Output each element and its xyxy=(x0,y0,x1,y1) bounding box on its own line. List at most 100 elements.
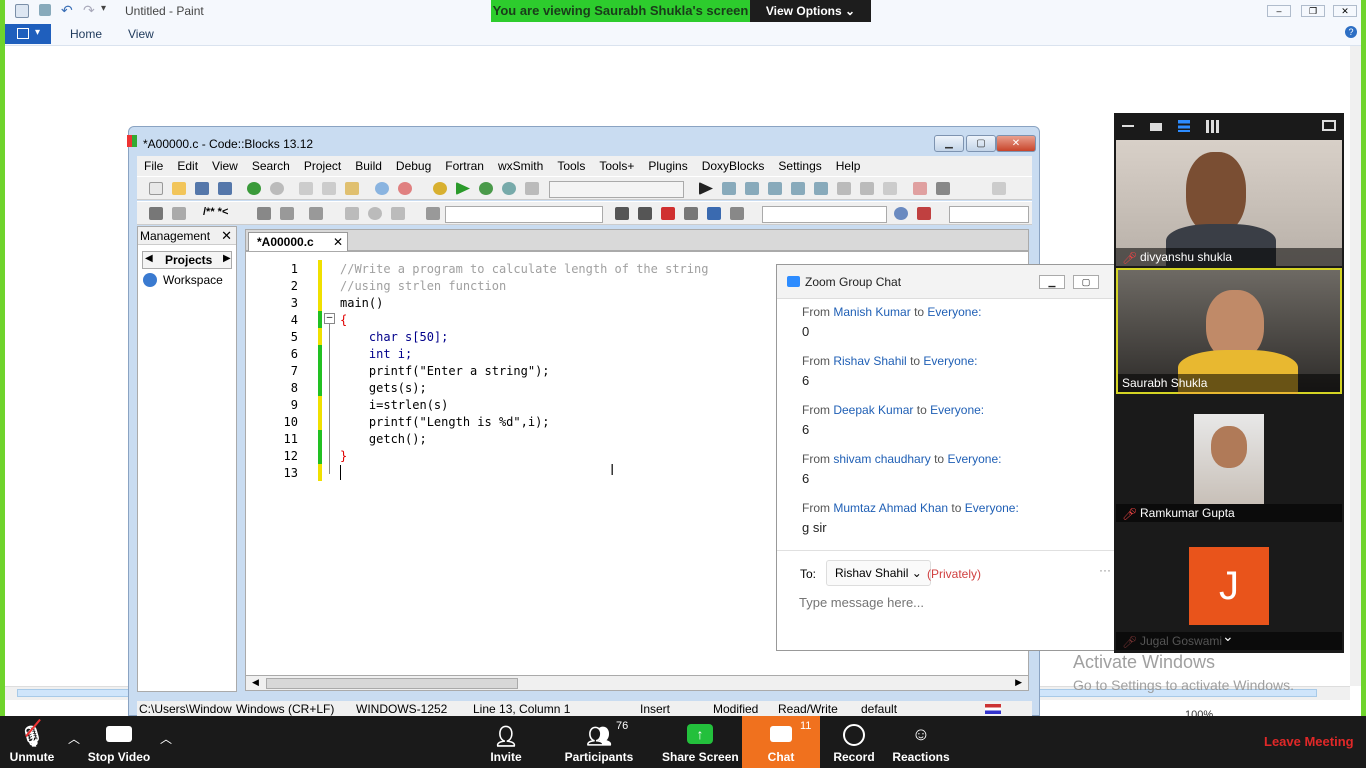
step-into-icon[interactable] xyxy=(768,182,782,195)
unmute-button[interactable]: 🎙︎ Unmute xyxy=(0,716,64,768)
next-instruction-icon[interactable] xyxy=(814,182,828,195)
record-button[interactable]: Record xyxy=(828,716,880,768)
menu-wxsmith[interactable]: wxSmith xyxy=(491,156,550,176)
tab-scroll-left-icon[interactable]: ◀ xyxy=(145,253,153,264)
sender-name[interactable]: shivam chaudhary xyxy=(833,452,930,466)
find-icon[interactable] xyxy=(375,182,389,195)
invite-button[interactable]: 👤︎ Invite xyxy=(480,716,532,768)
gallery-view-icon[interactable] xyxy=(1206,120,1219,133)
paint-vertical-scrollbar[interactable] xyxy=(1350,46,1361,686)
participants-button[interactable]: 👥︎ 76 Participants xyxy=(564,716,634,768)
select-icon[interactable] xyxy=(992,182,1006,195)
build-run-icon[interactable] xyxy=(479,182,493,195)
leave-meeting-button[interactable]: Leave Meeting xyxy=(1264,734,1354,749)
close-button[interactable]: ✕ xyxy=(996,135,1036,152)
video-options-chevron-up-icon[interactable]: ︿ xyxy=(160,730,172,747)
run-icon[interactable] xyxy=(456,182,470,195)
recipient-name[interactable]: Everyone: xyxy=(930,403,984,417)
menu-settings[interactable]: Settings xyxy=(771,156,828,176)
exit-fullscreen-icon[interactable] xyxy=(1322,120,1336,131)
maximize-button[interactable]: ▢ xyxy=(1073,275,1099,289)
menu-tools[interactable]: Tools xyxy=(550,156,592,176)
menu-plugins[interactable]: Plugins xyxy=(641,156,694,176)
participant-tile[interactable]: J 🎤︎ Jugal Goswami ⌄ xyxy=(1116,524,1342,650)
sender-name[interactable]: Manish Kumar xyxy=(833,305,910,319)
menu-doxyblocks[interactable]: DoxyBlocks xyxy=(695,156,772,176)
wrench-icon[interactable] xyxy=(309,207,323,220)
menu-debug[interactable]: Debug xyxy=(389,156,438,176)
jump-icon[interactable] xyxy=(149,207,163,220)
scroll-down-icon[interactable]: ⌄ xyxy=(1222,628,1234,645)
doxy-comment-icon[interactable]: /** *< xyxy=(203,206,228,218)
doxy-wizard-icon[interactable] xyxy=(257,207,271,220)
sender-name[interactable]: Deepak Kumar xyxy=(833,403,913,417)
run-to-cursor-icon[interactable] xyxy=(722,182,736,195)
more-options-icon[interactable]: ··· xyxy=(1099,563,1111,577)
editor-horizontal-scrollbar[interactable]: ◀ ▶ xyxy=(245,675,1029,691)
copy-icon[interactable] xyxy=(322,182,336,195)
scroll-left-icon[interactable]: ◀ xyxy=(252,677,259,688)
menu-file[interactable]: File xyxy=(137,156,170,176)
info-icon[interactable] xyxy=(936,182,950,195)
hide-video-icon[interactable] xyxy=(1150,123,1162,131)
next-line-icon[interactable] xyxy=(745,182,759,195)
back-arrow-icon[interactable] xyxy=(615,207,629,220)
participant-tile[interactable]: 🎤︎ Ramkumar Gupta xyxy=(1116,396,1342,522)
restore-button[interactable]: ❐ xyxy=(1301,5,1325,17)
save-icon[interactable] xyxy=(195,182,209,195)
new-file-icon[interactable] xyxy=(149,182,163,195)
debug-continue-icon[interactable] xyxy=(699,182,713,195)
build-gear-icon[interactable] xyxy=(433,182,447,195)
recipient-name[interactable]: Everyone: xyxy=(927,305,981,319)
step-instruction-icon[interactable] xyxy=(837,182,851,195)
menu-fortran[interactable]: Fortran xyxy=(438,156,491,176)
cut-icon[interactable] xyxy=(299,182,313,195)
message-input[interactable] xyxy=(799,591,1099,613)
open-icon[interactable] xyxy=(172,182,186,195)
qat-dropdown-icon[interactable]: ▾ xyxy=(101,3,106,14)
settings-icon[interactable] xyxy=(917,207,931,220)
jump-back-icon[interactable] xyxy=(172,207,186,220)
undo-icon[interactable] xyxy=(247,182,261,195)
reactions-button[interactable]: ☺ Reactions xyxy=(892,716,950,768)
tab-projects[interactable]: Projects xyxy=(165,253,212,267)
undo-icon[interactable]: ↶ xyxy=(61,2,73,19)
sender-name[interactable]: Rishav Shahil xyxy=(833,354,906,368)
extra-combo[interactable] xyxy=(949,206,1029,223)
recipient-name[interactable]: Everyone: xyxy=(965,501,1019,515)
view-options-button[interactable]: View Options ⌄ xyxy=(750,0,871,22)
recipient-name[interactable]: Everyone: xyxy=(923,354,977,368)
regex-icon[interactable] xyxy=(730,207,744,220)
redo-icon[interactable]: ↷ xyxy=(83,2,95,19)
debug-windows-icon[interactable] xyxy=(913,182,927,195)
rebuild-icon[interactable] xyxy=(502,182,516,195)
menu-view[interactable]: View xyxy=(205,156,245,176)
minimize-button[interactable]: – xyxy=(1267,5,1291,17)
code-completion-select[interactable] xyxy=(445,206,603,223)
prev-bookmark-icon[interactable] xyxy=(345,207,359,220)
help-icon[interactable]: ? xyxy=(1345,26,1357,38)
close-icon[interactable]: ✕ xyxy=(221,227,232,245)
maximize-button[interactable]: ▢ xyxy=(966,135,996,152)
menu-project[interactable]: Project xyxy=(297,156,348,176)
find-selected-icon[interactable] xyxy=(684,207,698,220)
menu-help[interactable]: Help xyxy=(829,156,868,176)
menu-edit[interactable]: Edit xyxy=(170,156,205,176)
save-icon[interactable] xyxy=(39,4,51,16)
stop-debug-icon[interactable] xyxy=(883,182,897,195)
minimize-button[interactable]: ▁ xyxy=(934,135,964,152)
speaker-view-icon[interactable] xyxy=(1178,120,1190,132)
chat-button[interactable]: 11 Chat xyxy=(742,716,820,768)
tab-home[interactable]: Home xyxy=(70,27,102,41)
menu-tools-plus[interactable]: Tools+ xyxy=(592,156,641,176)
build-target-select[interactable] xyxy=(549,181,684,198)
clear-icon[interactable] xyxy=(426,207,440,220)
fold-icon[interactable]: – xyxy=(324,313,335,324)
abort-icon[interactable] xyxy=(525,182,539,195)
audio-options-chevron-up-icon[interactable]: ︿ xyxy=(68,730,80,747)
scroll-right-icon[interactable]: ▶ xyxy=(1015,677,1022,688)
menu-search[interactable]: Search xyxy=(245,156,297,176)
next-bookmark-icon[interactable] xyxy=(391,207,405,220)
pause-icon[interactable] xyxy=(860,182,874,195)
replace-icon[interactable] xyxy=(398,182,412,195)
